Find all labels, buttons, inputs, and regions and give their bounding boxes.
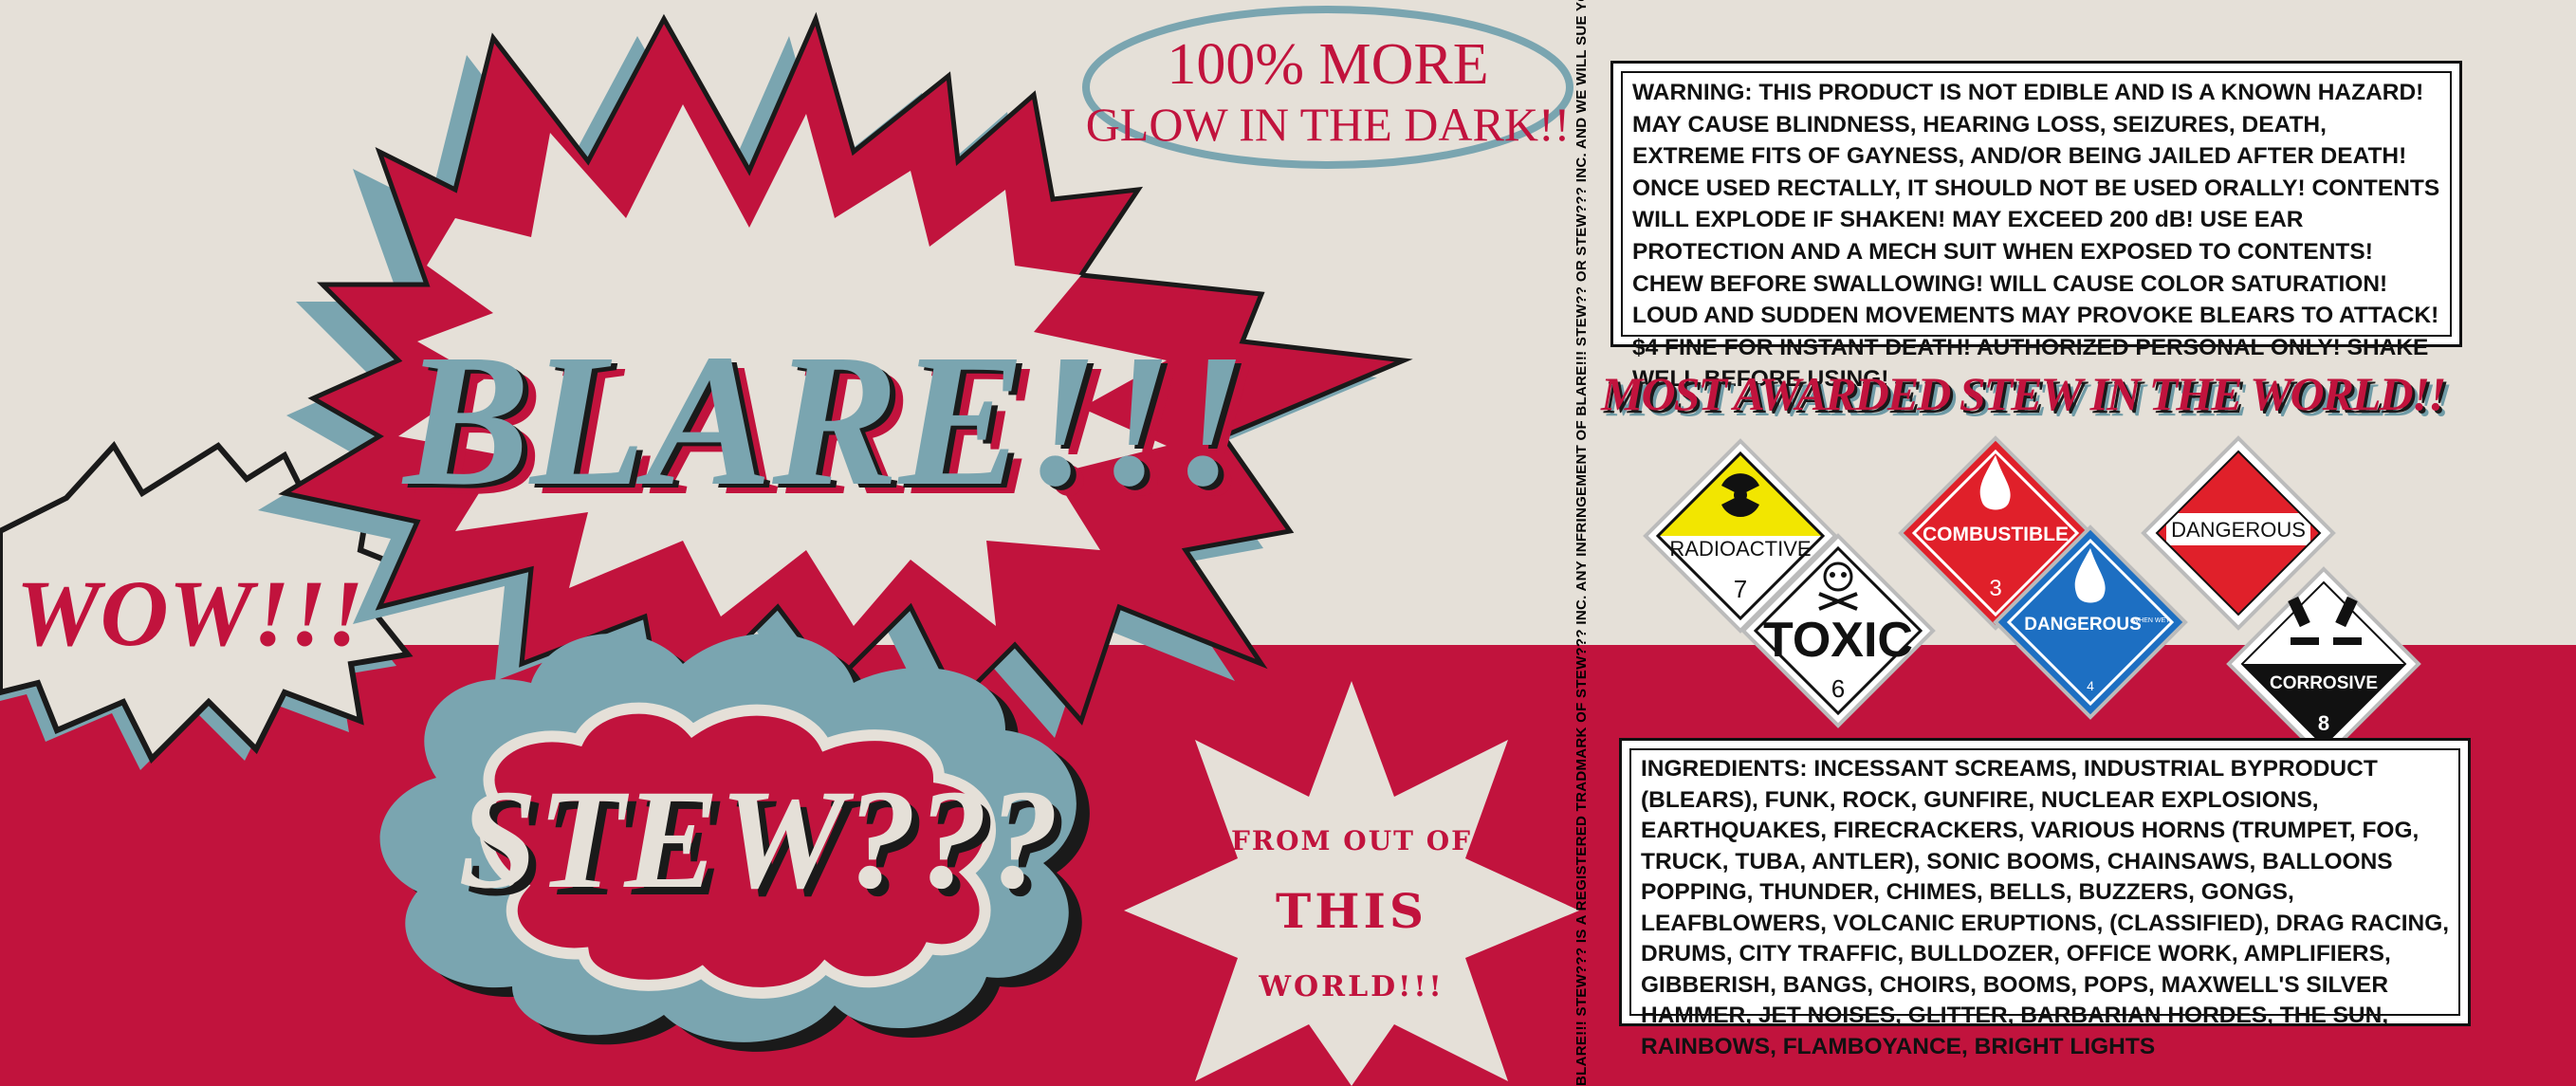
blare-title: BLARE!!! BLARE!!! BLARE!!!: [401, 316, 1260, 535]
combustible-label: COMBUSTIBLE: [1923, 524, 2069, 545]
warning-text: WARNING: THIS PRODUCT IS NOT EDIBLE AND …: [1632, 80, 2440, 393]
star-line-1: FROM OUT OF: [1231, 825, 1472, 856]
corrosive-label: CORROSIVE: [2270, 673, 2378, 693]
combustible-number: 3: [1989, 576, 2001, 601]
blare-title-text: BLARE!!!: [401, 316, 1246, 525]
toxic-label: TOXIC: [1763, 613, 1913, 668]
star-line-3: WORLD!!!: [1258, 970, 1444, 1003]
ingredients-box: INGREDIENTS: INCESSANT SCREAMS, INDUSTRI…: [1619, 738, 2471, 1059]
ingredients-text: INGREDIENTS: INCESSANT SCREAMS, INDUSTRI…: [1641, 756, 2450, 1059]
stew-cloud: STEW??? STEW???: [379, 633, 1090, 1052]
hazard-placards: RADIOACTIVE 7 TOXIC 6 COMBUSTIBLE 3 DANG…: [1643, 435, 2421, 762]
corrosive-number: 8: [2318, 711, 2329, 735]
side-legal-text: BLARE!!! STEW??? IS A REGISTERED TRADMAR…: [1573, 0, 1590, 1086]
dangerous-wet-label: DANGEROUS: [2024, 615, 2142, 635]
warning-box: WARNING: THIS PRODUCT IS NOT EDIBLE AND …: [1610, 61, 2462, 392]
glow-oval: 100% MORE GLOW IN THE DARK!!: [1082, 6, 1573, 169]
oval-line-2: GLOW IN THE DARK!!: [1086, 98, 1571, 151]
stew-title-text: STEW???: [458, 761, 1058, 918]
star-line-2: THIS: [1276, 883, 1427, 939]
radioactive-label: RADIOACTIVE: [1669, 537, 1811, 561]
dangerous-label: DANGEROUS: [2171, 518, 2306, 542]
radioactive-number: 7: [1734, 575, 1747, 603]
toxic-number: 6: [1831, 674, 1845, 703]
wow-text: WOW!!!: [16, 561, 364, 666]
dangerous-wet-sublabel: WHEN WET: [2133, 617, 2171, 624]
award-banner: MOST AWARDED STEW IN THE WORLD!!: [1601, 367, 2447, 420]
oval-line-1: 100% MORE: [1167, 32, 1488, 97]
world-star: FROM OUT OF THIS WORLD!!!: [1124, 681, 1579, 1086]
dangerous-wet-number: 4: [2087, 678, 2094, 693]
